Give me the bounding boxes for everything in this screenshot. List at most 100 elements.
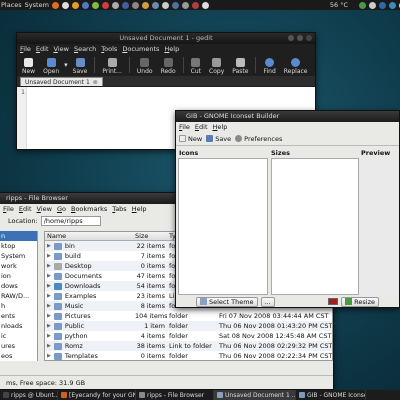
maximize-icon[interactable] bbox=[297, 35, 303, 41]
tray-icon[interactable] bbox=[359, 1, 367, 9]
expand-arrow-icon[interactable]: ▶ bbox=[47, 283, 51, 289]
gib-new-button[interactable]: New bbox=[179, 135, 202, 143]
expand-arrow-icon[interactable]: ▶ bbox=[47, 303, 51, 309]
minimize-icon[interactable] bbox=[288, 35, 294, 41]
menu-help[interactable]: Help bbox=[213, 123, 228, 131]
sidebar-item-pictures[interactable]: ures bbox=[0, 341, 37, 351]
firefox-icon[interactable] bbox=[51, 1, 59, 9]
sidebar-item-windows[interactable]: dows bbox=[0, 281, 37, 291]
launcher-icon[interactable] bbox=[111, 1, 119, 9]
sidebar-item-documents[interactable]: ents bbox=[0, 311, 37, 321]
tab-unsaved-document-1[interactable]: Unsaved Document 1 ⊗ bbox=[20, 77, 103, 86]
menu-search[interactable]: Search bbox=[74, 45, 96, 53]
sidebar-item-downloads[interactable]: nloads bbox=[0, 321, 37, 331]
expand-arrow-icon[interactable]: ▶ bbox=[47, 323, 51, 329]
menu-file[interactable]: File bbox=[179, 123, 190, 131]
paste-button[interactable]: Paste bbox=[229, 54, 251, 75]
column-name[interactable]: Name bbox=[45, 232, 133, 240]
launcher-icon[interactable] bbox=[81, 1, 89, 9]
menu-tools[interactable]: Tools bbox=[101, 45, 117, 53]
expand-arrow-icon[interactable]: ▶ bbox=[47, 243, 51, 249]
expand-arrow-icon[interactable]: ▶ bbox=[47, 253, 51, 259]
gib-save-button[interactable]: Save bbox=[206, 135, 231, 143]
sidebar-item-desktop[interactable]: ktop bbox=[0, 241, 37, 251]
menu-file[interactable]: File bbox=[3, 205, 14, 213]
launcher-icon[interactable] bbox=[171, 1, 179, 9]
gib-titlebar[interactable]: GIB - GNOME Iconset Builder bbox=[176, 111, 399, 122]
resize-button[interactable]: Resize bbox=[341, 296, 379, 307]
sidebar-item-videos[interactable]: eos bbox=[0, 351, 37, 361]
expand-arrow-icon[interactable]: ▶ bbox=[47, 293, 51, 299]
taskbar-button[interactable]: GIB - GNOME Iconset ... bbox=[296, 390, 366, 400]
cut-button[interactable]: Cut bbox=[188, 54, 204, 75]
sidebar-item-file-system[interactable]: System bbox=[0, 251, 37, 261]
menu-tabs[interactable]: Tabs bbox=[112, 205, 126, 213]
launcher-icon[interactable] bbox=[201, 1, 209, 9]
launcher-icon[interactable] bbox=[181, 1, 189, 9]
tray-icon[interactable] bbox=[379, 1, 387, 9]
sidebar-item-drive[interactable]: ion bbox=[0, 271, 37, 281]
file-row[interactable]: ▶ Public 1 item folder Thu 06 Nov 2008 01:43… bbox=[45, 321, 332, 331]
launcher-icon[interactable] bbox=[101, 1, 109, 9]
close-icon[interactable] bbox=[306, 35, 312, 41]
launcher-icon[interactable] bbox=[191, 1, 199, 9]
menu-file[interactable]: File bbox=[20, 45, 31, 53]
copy-button[interactable]: Copy bbox=[206, 54, 227, 75]
browse-button[interactable]: ... bbox=[260, 296, 275, 307]
sidebar-item-raw[interactable]: RAW/D... bbox=[0, 291, 37, 301]
color-swatch[interactable] bbox=[328, 298, 339, 305]
icons-list[interactable] bbox=[178, 158, 268, 295]
menu-edit[interactable]: Edit bbox=[36, 45, 49, 53]
menu-view[interactable]: View bbox=[37, 205, 52, 213]
file-row[interactable]: ▶ Pictures 104 items folder Fri 07 Nov 2008 … bbox=[45, 311, 332, 321]
open-dropdown-arrow-icon[interactable]: ▾ bbox=[64, 61, 68, 69]
sidebar-item-music[interactable]: ic bbox=[0, 331, 37, 341]
menu-edit[interactable]: Edit bbox=[19, 205, 32, 213]
expand-arrow-icon[interactable]: ▶ bbox=[47, 263, 51, 269]
menu-help[interactable]: Help bbox=[132, 205, 147, 213]
gedit-titlebar[interactable]: Unsaved Document 1 - gedit bbox=[17, 33, 315, 44]
file-row[interactable]: ▶ python 4 items folder Sat 08 Nov 2008 12:4… bbox=[45, 331, 332, 341]
system-menu[interactable]: System bbox=[25, 1, 49, 9]
menu-documents[interactable]: Documents bbox=[122, 45, 159, 53]
tray-icon[interactable] bbox=[369, 1, 377, 9]
menu-go[interactable]: Go bbox=[57, 205, 66, 213]
launcher-icon[interactable] bbox=[71, 1, 79, 9]
sidebar-item-network[interactable]: work bbox=[0, 261, 37, 271]
places-menu[interactable]: Places bbox=[1, 1, 22, 9]
menu-view[interactable]: View bbox=[54, 45, 69, 53]
taskbar-button[interactable]: ripps @ Ubunt... bbox=[0, 390, 58, 400]
column-size[interactable]: Size bbox=[133, 232, 167, 240]
sidebar-item-home[interactable]: n bbox=[0, 231, 37, 241]
file-row[interactable]: ▶ Templates 0 items folder Thu 06 Nov 2008 0… bbox=[45, 351, 332, 360]
find-button[interactable]: Find bbox=[260, 54, 278, 75]
sidebar-item-trash[interactable]: h bbox=[0, 301, 37, 311]
expand-arrow-icon[interactable]: ▶ bbox=[47, 343, 51, 349]
expand-arrow-icon[interactable]: ▶ bbox=[47, 313, 51, 319]
expand-arrow-icon[interactable]: ▶ bbox=[47, 353, 51, 359]
undo-button[interactable]: Undo bbox=[134, 54, 156, 75]
launcher-icon[interactable] bbox=[141, 1, 149, 9]
tray-icon[interactable] bbox=[389, 1, 397, 9]
menu-edit[interactable]: Edit bbox=[195, 123, 208, 131]
expand-arrow-icon[interactable]: ▶ bbox=[47, 273, 51, 279]
sizes-list[interactable] bbox=[271, 158, 359, 295]
launcher-icon[interactable] bbox=[121, 1, 129, 9]
file-row[interactable]: ▶ Romz 38 items Link to folder Thu 06 Nov 20… bbox=[45, 341, 332, 351]
redo-button[interactable]: Redo bbox=[158, 54, 179, 75]
taskbar-button[interactable]: [Eyecandy for your GN... bbox=[58, 390, 136, 400]
expand-arrow-icon[interactable]: ▶ bbox=[47, 333, 51, 339]
save-button[interactable]: Save bbox=[70, 54, 91, 75]
replace-button[interactable]: Replace bbox=[281, 54, 311, 75]
menu-bookmarks[interactable]: Bookmarks bbox=[71, 205, 107, 213]
taskbar-button[interactable]: ripps - File Browser bbox=[136, 390, 214, 400]
launcher-icon[interactable] bbox=[151, 1, 159, 9]
select-theme-button[interactable]: Select Theme bbox=[196, 296, 258, 307]
location-input[interactable]: /home/ripps bbox=[40, 215, 101, 226]
print-button[interactable]: Print... bbox=[99, 54, 125, 75]
open-button[interactable]: Open bbox=[40, 54, 62, 75]
close-tab-icon[interactable]: ⊗ bbox=[93, 79, 98, 86]
launcher-icon[interactable] bbox=[131, 1, 139, 9]
launcher-icon[interactable] bbox=[61, 1, 69, 9]
launcher-icon[interactable] bbox=[91, 1, 99, 9]
